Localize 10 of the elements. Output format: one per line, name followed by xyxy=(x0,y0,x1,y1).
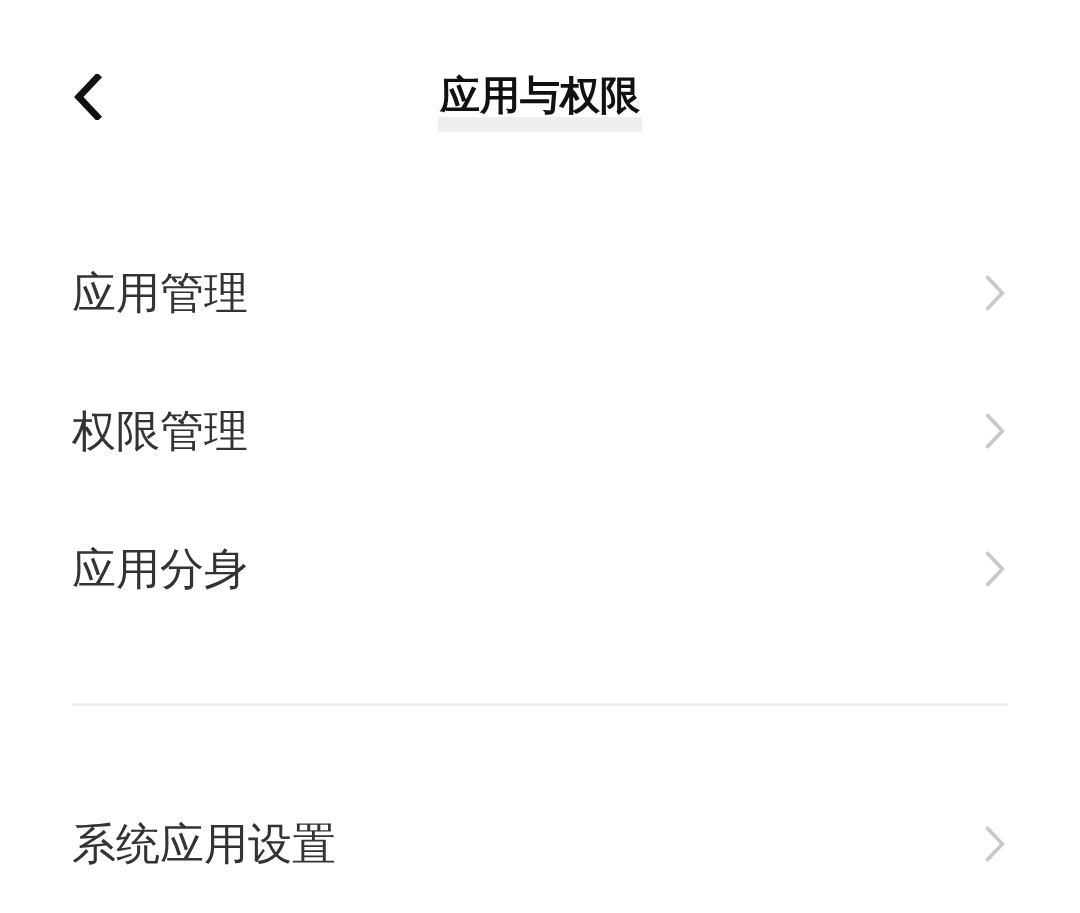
settings-menu-item[interactable]: 权限管理 xyxy=(72,362,1008,500)
back-chevron-icon xyxy=(73,74,103,120)
chevron-right-icon xyxy=(984,825,1006,863)
settings-menu-item[interactable]: 应用分身 xyxy=(72,500,1008,638)
settings-menu-item[interactable]: 应用管理 xyxy=(72,224,1008,362)
settings-menu-item[interactable]: 系统应用设置 xyxy=(72,776,1008,912)
chevron-right-icon xyxy=(984,274,1006,312)
chevron-right-icon xyxy=(984,550,1006,588)
back-button[interactable] xyxy=(72,74,104,120)
chevron-right-icon xyxy=(984,412,1006,450)
